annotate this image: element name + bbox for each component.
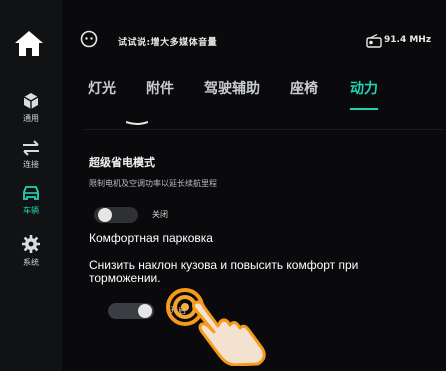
transfer-icon [23, 140, 39, 156]
subtitle-description: Снизить наклон кузова и повысить комфорт… [89, 258, 359, 285]
nav-label-connect: 连接 [23, 160, 39, 169]
top-status-bar: 试试说:增大多媒体音量 91.4 MHz [62, 0, 446, 70]
voice-assistant-icon[interactable] [80, 30, 98, 48]
tab-accessories[interactable]: 附件 [146, 78, 174, 98]
toggle-knob [98, 208, 112, 222]
nav-label-system: 系统 [23, 258, 39, 267]
setting-title: 超级省电模式 [89, 156, 155, 169]
power-saving-toggle[interactable] [94, 207, 138, 223]
nav-label-vehicle: 车辆 [23, 206, 39, 215]
divider [84, 129, 444, 130]
tab-lights[interactable]: 灯光 [88, 78, 116, 98]
radio-frequency: 91.4 MHz [384, 35, 432, 45]
nav-label-general: 通用 [23, 114, 39, 123]
comfort-parking-toggle[interactable] [108, 303, 154, 319]
left-nav-rail: 通用 连接 车辆 系统 [0, 0, 62, 371]
tab-driving-assist[interactable]: 驾驶辅助 [204, 78, 260, 98]
package-icon [23, 93, 39, 109]
radio-icon [366, 34, 382, 48]
nav-item-general[interactable]: 通用 [6, 92, 56, 124]
toggle-knob [138, 304, 152, 318]
subtitle-heading: Комфортная парковка [89, 231, 213, 245]
nav-item-system[interactable]: 系统 [6, 234, 56, 268]
vehicle-settings-screen: 通用 连接 车辆 系统 试试说:增大多媒体音量 91.4 MHz 灯光 附件 驾… [0, 0, 446, 371]
scroll-indicator [126, 121, 148, 125]
setting-description: 限制电机及空调功率以延长续航里程 [89, 179, 217, 188]
tab-power[interactable]: 动力 [350, 78, 378, 98]
active-tab-indicator [350, 108, 378, 110]
gear-icon [22, 235, 40, 253]
settings-tabs: 灯光 附件 驾驶辅助 座椅 动力 [88, 78, 428, 108]
tab-seats[interactable]: 座椅 [290, 78, 318, 98]
tap-hand-icon [192, 300, 266, 366]
nav-item-vehicle[interactable]: 车辆 [6, 184, 56, 216]
car-icon [23, 186, 39, 200]
toggle-state-label: 关闭 [152, 210, 168, 219]
nav-item-connect[interactable]: 连接 [6, 140, 56, 170]
home-icon[interactable] [12, 26, 46, 60]
voice-hint-text: 试试说:增大多媒体音量 [118, 38, 218, 48]
